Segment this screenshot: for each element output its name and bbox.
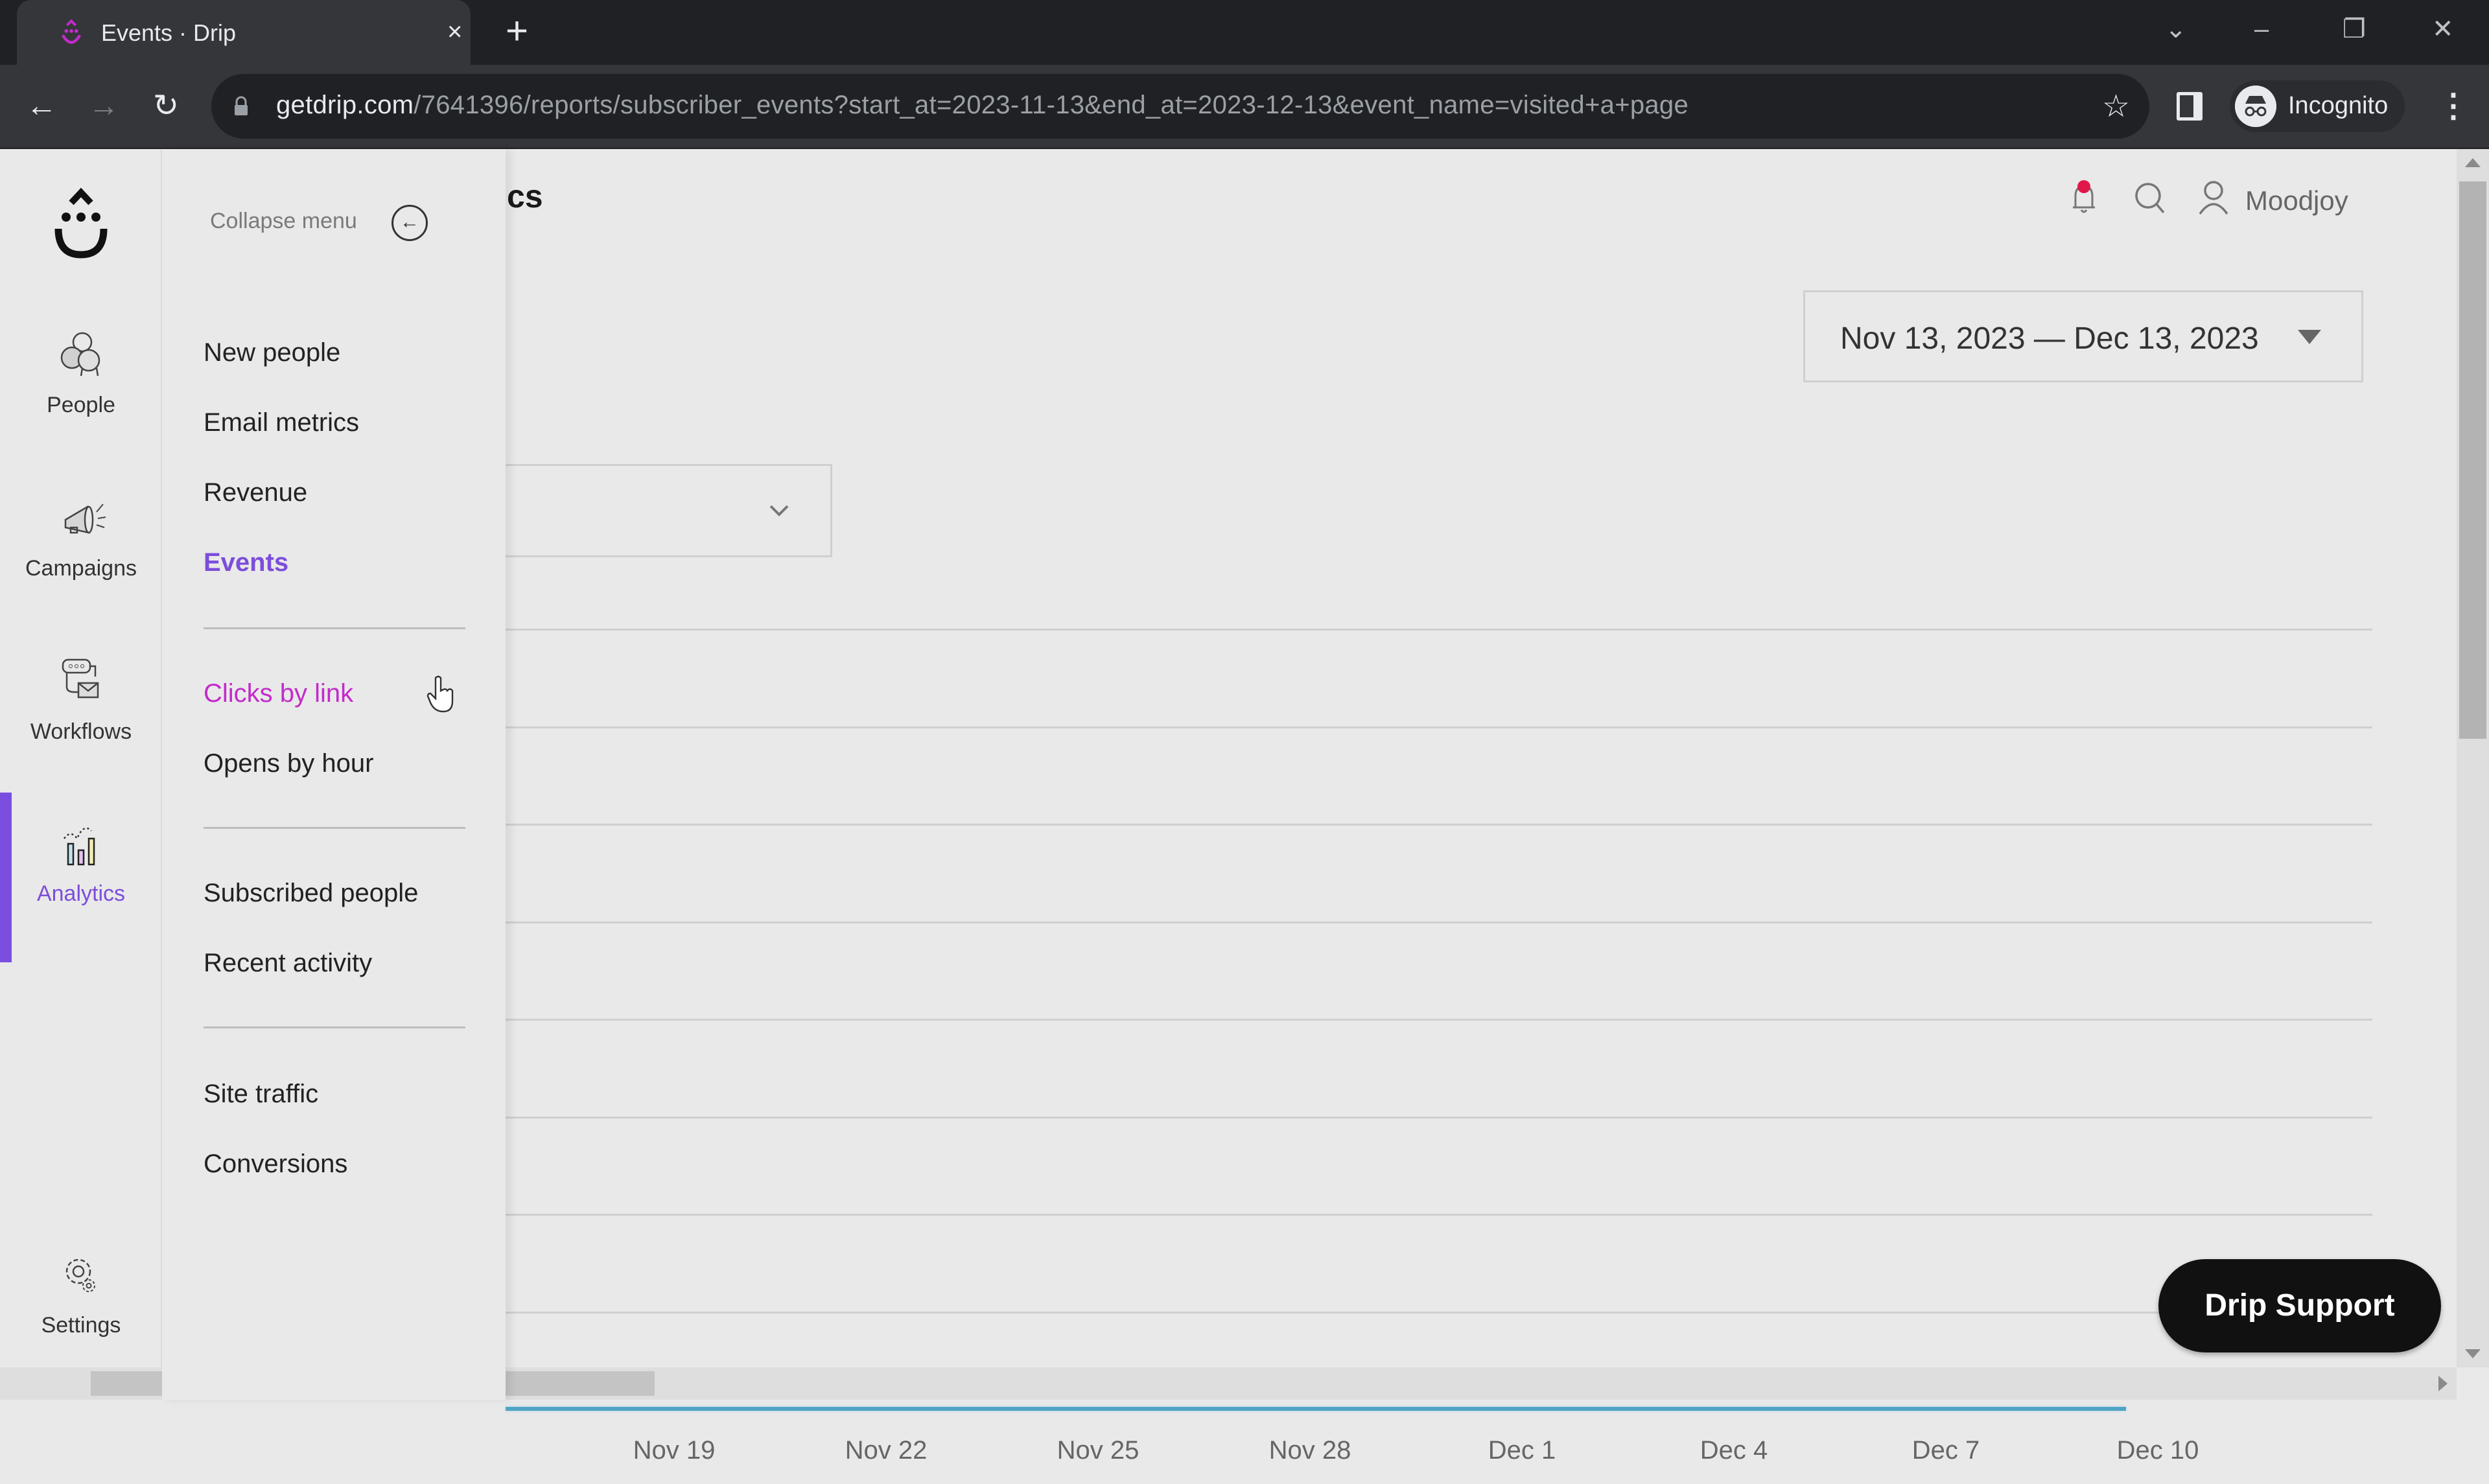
menu-item-subscribed-people[interactable]: Subscribed people: [204, 879, 418, 908]
rail-label-analytics: Analytics: [36, 881, 126, 906]
back-button[interactable]: ←: [22, 87, 61, 126]
rail-label-campaigns: Campaigns: [25, 556, 137, 581]
date-range-picker[interactable]: Nov 13, 2023 — Dec 13, 2023: [1803, 290, 2363, 382]
menu-item-clicks-by-link[interactable]: Clicks by link: [204, 679, 353, 708]
x-tick-label: Dec 7: [1911, 1436, 1980, 1465]
tab-search-icon[interactable]: ⌄: [2165, 13, 2187, 45]
menu-divider: [204, 827, 465, 829]
people-icon: [60, 332, 100, 377]
chart-gridline: [506, 921, 2372, 923]
rail-item-analytics[interactable]: Analytics: [0, 813, 162, 907]
app-root: People Campaigns Workflows Analytics Set…: [0, 149, 2457, 1465]
collapse-menu-button[interactable]: ←: [391, 205, 428, 241]
tab-close-icon[interactable]: ×: [447, 16, 462, 48]
menu-divider: [204, 627, 465, 629]
scroll-up-arrow-icon[interactable]: [2465, 158, 2481, 167]
menu-item-opens-by-hour[interactable]: Opens by hour: [204, 749, 373, 778]
browser-tab[interactable]: Events · Drip ×: [17, 0, 471, 65]
collapse-menu-label[interactable]: Collapse menu: [210, 209, 357, 234]
address-bar[interactable]: getdrip.com/7641396/reports/subscriber_e…: [211, 74, 2149, 139]
x-tick-label: Dec 10: [2116, 1436, 2199, 1465]
menu-item-site-traffic[interactable]: Site traffic: [204, 1080, 318, 1109]
search-icon[interactable]: [2127, 175, 2173, 220]
drip-support-button[interactable]: Drip Support: [2158, 1259, 2441, 1352]
tab-title: Events · Drip: [101, 19, 237, 46]
bookmark-star-icon[interactable]: ☆: [2102, 88, 2130, 124]
rail-label-settings: Settings: [41, 1313, 121, 1338]
menu-divider: [204, 1026, 465, 1028]
menu-item-recent-activity[interactable]: Recent activity: [204, 949, 372, 978]
chevron-down-icon: [769, 505, 789, 516]
user-avatar-icon[interactable]: [2191, 175, 2236, 220]
incognito-label: Incognito: [2288, 92, 2389, 119]
chart-gridline: [506, 1311, 2372, 1314]
gear-icon: [65, 1258, 95, 1292]
incognito-icon: [2235, 86, 2276, 127]
url-host: getdrip.com: [276, 91, 414, 119]
minimize-button[interactable]: –: [2254, 13, 2269, 45]
menu-item-revenue[interactable]: Revenue: [204, 478, 307, 507]
chart-gridline: [506, 1019, 2372, 1021]
chart-gridline: [506, 629, 2372, 631]
x-tick-label: Dec 1: [1488, 1436, 1556, 1465]
primary-nav-rail: People Campaigns Workflows Analytics Set…: [0, 149, 162, 1400]
hand-pointer-cursor-icon: [427, 675, 454, 713]
side-panel-icon[interactable]: [2177, 92, 2203, 121]
series-line-visited-a-page: [506, 1407, 2126, 1411]
x-tick-label: Nov 28: [1268, 1436, 1351, 1465]
restore-button[interactable]: ❐: [2343, 13, 2366, 45]
chart-gridline: [506, 1116, 2372, 1119]
rail-label-people: People: [47, 393, 115, 417]
rail-item-campaigns[interactable]: Campaigns: [0, 487, 162, 581]
scroll-down-arrow-icon[interactable]: [2465, 1349, 2481, 1358]
forward-button[interactable]: →: [84, 87, 123, 126]
chart-gridline: [506, 1214, 2372, 1216]
x-tick-label: Nov 25: [1057, 1436, 1139, 1465]
user-name[interactable]: Moodjoy: [2245, 185, 2348, 216]
rail-label-workflows: Workflows: [30, 719, 132, 744]
browser-toolbar: ← → ↻ getdrip.com/7641396/reports/subscr…: [0, 65, 2489, 149]
notification-badge: [2077, 180, 2090, 193]
new-tab-button[interactable]: +: [506, 12, 528, 51]
url-path: /7641396/reports/subscriber_events?start…: [414, 91, 1689, 119]
vertical-scrollbar[interactable]: [2457, 149, 2489, 1367]
window-close-button[interactable]: ✕: [2432, 13, 2454, 45]
page-title: cs: [507, 178, 543, 214]
drip-logo-icon[interactable]: [52, 185, 110, 262]
workflow-icon: [62, 658, 99, 699]
events-chart: Nov 19 Nov 22 Nov 25 Nov 28 Dec 1 Dec 4 Dec 7 D…: [506, 629, 2372, 1484]
browser-tab-strip: Events · Drip × + ⌄ – ❐ ✕: [0, 0, 2489, 65]
notification-bell-icon[interactable]: [2061, 175, 2107, 220]
x-tick-label: Nov 19: [633, 1436, 716, 1465]
rail-item-people[interactable]: People: [0, 324, 162, 418]
analytics-icon: [63, 827, 95, 866]
incognito-profile-button[interactable]: Incognito: [2230, 80, 2405, 132]
menu-item-conversions[interactable]: Conversions: [204, 1150, 347, 1179]
menu-item-new-people[interactable]: New people: [204, 338, 340, 367]
reload-button[interactable]: ↻: [146, 87, 185, 126]
browser-menu-icon[interactable]: ⋮: [2437, 83, 2470, 128]
rail-item-settings[interactable]: Settings: [0, 1244, 162, 1338]
url-text[interactable]: getdrip.com/7641396/reports/subscriber_e…: [276, 91, 1689, 120]
chart-gridline: [506, 726, 2372, 728]
drip-favicon-icon: [61, 19, 82, 44]
menu-item-email-metrics[interactable]: Email metrics: [204, 408, 359, 437]
x-tick-label: Nov 22: [845, 1436, 928, 1465]
x-tick-label: Dec 4: [1700, 1436, 1768, 1465]
scroll-right-arrow-icon[interactable]: [2438, 1376, 2448, 1391]
rail-item-workflows[interactable]: Workflows: [0, 651, 162, 745]
chart-gridline: [506, 824, 2372, 826]
menu-item-events[interactable]: Events: [204, 548, 288, 577]
megaphone-icon: [64, 504, 106, 534]
caret-down-icon: [2298, 330, 2321, 344]
vertical-scroll-thumb[interactable]: [2459, 181, 2486, 739]
date-range-value: Nov 13, 2023 — Dec 13, 2023: [1840, 321, 2259, 356]
analytics-submenu: Collapse menu ← New people Email metrics…: [162, 149, 506, 1400]
lock-icon: [235, 96, 248, 115]
